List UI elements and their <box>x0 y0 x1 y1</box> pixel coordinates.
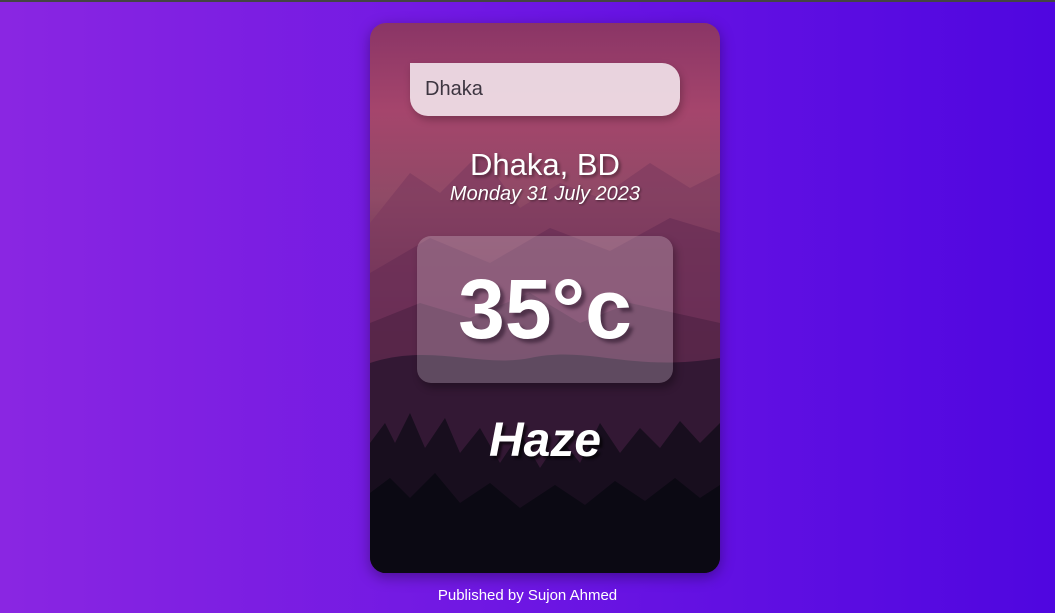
temperature-panel: 35°c <box>417 236 673 383</box>
city-search-input[interactable] <box>425 78 665 101</box>
window-top-border <box>0 0 1055 2</box>
search-bar[interactable] <box>410 63 680 116</box>
weather-condition: Haze <box>488 414 602 467</box>
current-date: Monday 31 July 2023 <box>449 183 641 205</box>
footer-credit: Published by Sujon Ahmed <box>437 587 618 604</box>
weather-card: Dhaka, BD Monday 31 July 2023 35°c Haze <box>370 23 720 573</box>
temperature-value: 35°c <box>458 262 632 356</box>
city-name: Dhaka, BD <box>470 147 620 182</box>
